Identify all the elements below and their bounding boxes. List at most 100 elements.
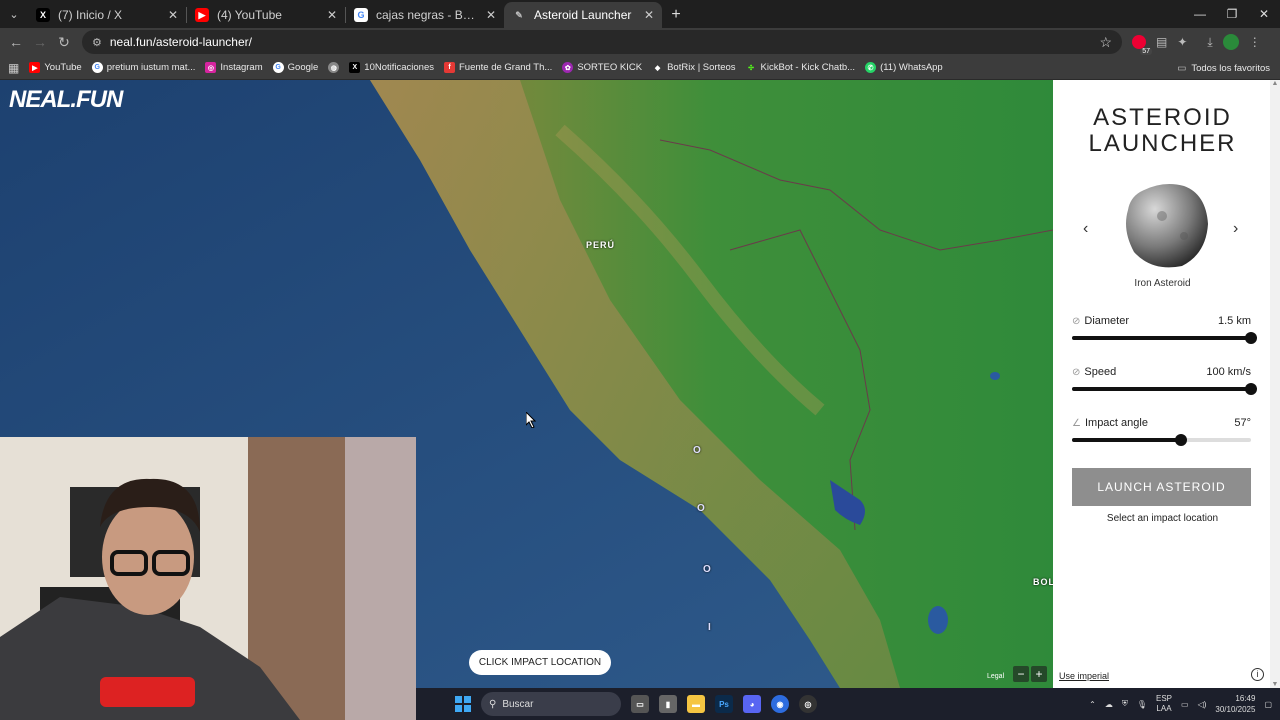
close-window-icon[interactable]: ✕ <box>1248 0 1280 28</box>
next-asteroid-button[interactable]: › <box>1233 220 1238 238</box>
bookmark-label: Instagram <box>220 62 263 73</box>
previous-asteroid-button[interactable]: ‹ <box>1083 220 1088 238</box>
restore-icon[interactable]: ❐ <box>1216 0 1248 28</box>
slider-track[interactable] <box>1072 383 1257 395</box>
puzzle-icon[interactable]: ✦ <box>1177 35 1187 49</box>
media-icon[interactable]: ▤ <box>1156 35 1167 49</box>
bookmark-item[interactable]: ◆ BotRix | Sorteos <box>652 62 736 73</box>
bookmark-item[interactable]: ✣ KickBot - Kick Chatb... <box>745 62 855 73</box>
map-legal-link[interactable]: Legal <box>987 673 1004 680</box>
bookmark-item[interactable]: f Fuente de Grand Th... <box>444 62 552 73</box>
tray-overflow-icon[interactable]: ⌃ <box>1089 700 1096 709</box>
site-info-icon[interactable]: ⚙ <box>92 36 102 49</box>
forward-icon[interactable]: → <box>28 34 52 50</box>
bookmark-item[interactable]: ▶ YouTube <box>29 62 82 73</box>
security-icon[interactable]: ⛨ <box>1122 699 1128 709</box>
reload-icon[interactable]: ↻ <box>52 34 76 51</box>
bookmark-label: (11) WhatsApp <box>880 62 943 73</box>
lang-code: ESP <box>1155 694 1172 703</box>
iron-asteroid-image[interactable] <box>1122 180 1212 270</box>
info-icon[interactable]: i <box>1251 668 1264 681</box>
close-tab-icon[interactable]: ✕ <box>327 8 337 22</box>
obs-icon[interactable]: ◎ <box>799 695 817 713</box>
network-icon[interactable]: ▭ <box>1181 700 1189 709</box>
back-icon[interactable]: ← <box>4 34 28 50</box>
minimize-icon[interactable]: — <box>1184 0 1216 28</box>
page-scrollbar[interactable]: ▲ ▼ <box>1270 80 1280 688</box>
slider-thumb[interactable] <box>1175 434 1188 446</box>
layout-code: LAA <box>1156 704 1172 713</box>
profile-avatar[interactable] <box>1222 34 1239 50</box>
extension-badge: 57 <box>1140 48 1152 55</box>
scroll-down-icon[interactable]: ▼ <box>1270 681 1280 688</box>
download-icon[interactable]: ⤓ <box>1207 35 1212 50</box>
menu-icon[interactable]: ⋮ <box>1249 35 1261 49</box>
webcam-overlay <box>0 437 416 720</box>
speed-slider[interactable]: ⊘ Speed 100 km/s <box>1072 366 1257 395</box>
use-imperial-link[interactable]: Use imperial <box>1059 671 1109 681</box>
zoom-in-button[interactable]: + <box>1031 666 1047 682</box>
taskbar-search[interactable]: ⚲ Buscar <box>481 692 621 716</box>
diameter-slider[interactable]: ⊘ Diameter 1.5 km <box>1072 315 1257 344</box>
slider-track[interactable] <box>1072 434 1251 446</box>
microphone-icon[interactable]: 🎙 <box>1137 700 1147 709</box>
bookmark-label: SORTEO KICK <box>577 62 643 73</box>
country-label: PERÚ <box>586 240 616 250</box>
close-tab-icon[interactable]: ✕ <box>486 8 496 22</box>
extensions-area: 57 ▤ ✦ ⤓ ⋮ <box>1132 34 1261 55</box>
slider-thumb[interactable] <box>1245 383 1257 395</box>
browser-tab[interactable]: G cajas negras - Buscar con Goo ✕ <box>346 2 504 28</box>
bookmark-item[interactable]: G Google <box>272 62 318 73</box>
slider-track[interactable] <box>1072 332 1257 344</box>
browser-tab[interactable]: X (7) Inicio / X ✕ <box>28 2 186 28</box>
instagram-icon: ◎ <box>205 62 217 73</box>
botrix-icon: ◆ <box>652 62 664 73</box>
discord-icon[interactable]: ◕ <box>743 695 761 713</box>
extension-icon[interactable]: 57 <box>1132 35 1152 55</box>
notifications-icon[interactable]: ▢ <box>1264 700 1272 709</box>
close-tab-icon[interactable]: ✕ <box>168 8 178 22</box>
app-icon[interactable]: ▮ <box>659 695 677 713</box>
browser-tab[interactable]: ▶ (4) YouTube ✕ <box>187 2 345 28</box>
neal-fun-logo[interactable]: NEAL.FUN <box>9 86 123 114</box>
bookmark-item[interactable]: Gpretium iustum mat... <box>91 62 195 73</box>
task-view-icon[interactable]: ▭ <box>631 695 649 713</box>
language-indicator[interactable]: ESP LAA <box>1156 694 1172 714</box>
youtube-icon: ▶ <box>29 62 41 73</box>
all-bookmarks[interactable]: ▭ Todos los favoritos <box>1177 56 1270 80</box>
file-explorer-icon[interactable]: ▬ <box>687 695 705 713</box>
slider-thumb[interactable] <box>1245 332 1257 344</box>
bookmark-item[interactable]: ✆ (11) WhatsApp <box>865 62 943 73</box>
search-icon: ⚲ <box>489 698 497 710</box>
new-tab-button[interactable]: + <box>662 2 690 28</box>
ocean-label-letter: I <box>708 622 711 633</box>
photoshop-icon[interactable]: Ps <box>715 695 733 713</box>
onedrive-icon[interactable]: ☁ <box>1105 700 1113 709</box>
tab-title: (7) Inicio / X <box>58 8 123 22</box>
scroll-up-icon[interactable]: ▲ <box>1270 80 1280 87</box>
ocean-label-letter: O <box>697 503 705 514</box>
impact-angle-slider[interactable]: ∠ Impact angle 57° <box>1072 417 1251 446</box>
apps-grid-icon[interactable]: ▦ <box>8 61 19 75</box>
system-tray: ⌃ ☁ ⛨ 🎙 ESP LAA ▭ ◁) 16:49 30/10/2025 ▢ <box>1089 688 1272 720</box>
browser-tab-active[interactable]: ✎ Asteroid Launcher ✕ <box>504 2 662 28</box>
bookmark-item[interactable]: ◍ <box>328 62 340 73</box>
launch-asteroid-button[interactable]: LAUNCH ASTEROID <box>1072 468 1251 506</box>
ocean-label-letter: O <box>693 445 701 456</box>
tab-search-button[interactable]: ⌄ <box>0 0 28 28</box>
bookmark-item[interactable]: ✿ SORTEO KICK <box>562 62 642 73</box>
bookmark-item[interactable]: X 10Notificaciones <box>349 62 434 73</box>
close-tab-icon[interactable]: ✕ <box>644 8 654 22</box>
clock[interactable]: 16:49 30/10/2025 <box>1215 693 1255 715</box>
volume-icon[interactable]: ◁) <box>1198 700 1207 709</box>
bookmark-item[interactable]: ◎ Instagram <box>205 62 263 73</box>
chrome-icon[interactable]: ◉ <box>771 695 789 713</box>
zoom-out-button[interactable]: − <box>1013 666 1029 682</box>
clock-date: 30/10/2025 <box>1215 705 1256 714</box>
bookmark-star-icon[interactable]: ☆ <box>1099 34 1112 51</box>
windows-start-icon[interactable] <box>455 696 471 712</box>
kickbot-icon: ✣ <box>745 62 757 73</box>
url-text[interactable]: neal.fun/asteroid-launcher/ <box>110 35 1092 49</box>
x-logo-icon: X <box>36 8 50 22</box>
address-bar[interactable]: ⚙ neal.fun/asteroid-launcher/ ☆ <box>82 30 1122 54</box>
